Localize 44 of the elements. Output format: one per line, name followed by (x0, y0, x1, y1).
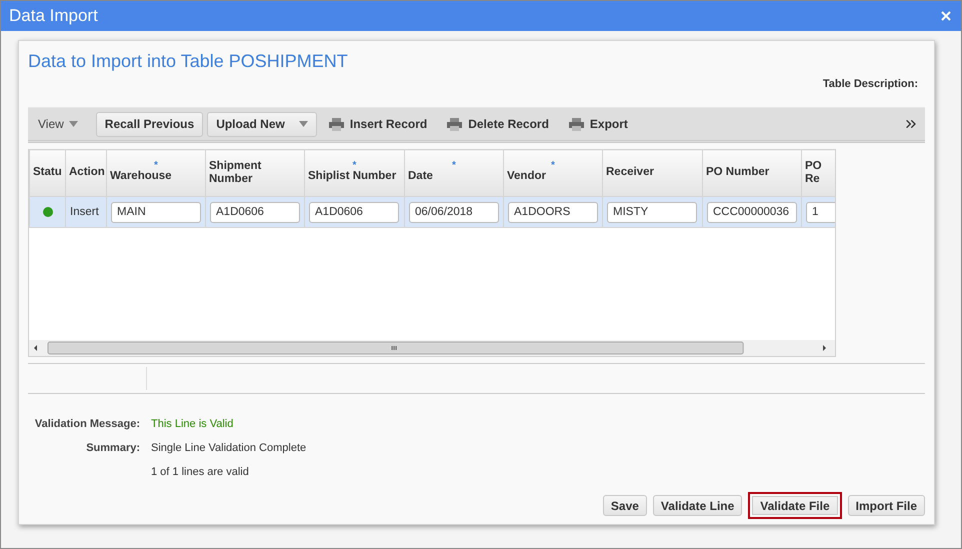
table-cell: Insert (66, 196, 106, 228)
column-header[interactable]: PO Re (802, 150, 835, 196)
caret-icon (68, 121, 78, 127)
column-header[interactable]: * Warehouse (106, 150, 206, 196)
action-button[interactable]: Save (602, 495, 647, 516)
view-menu[interactable]: View (32, 117, 84, 131)
printer-icon (328, 118, 344, 130)
window-title: Data Import (9, 6, 98, 26)
column-header[interactable]: Statu (30, 150, 66, 196)
close-icon[interactable] (941, 11, 951, 21)
input-field[interactable]: A1D0606 (210, 202, 300, 222)
toolbar-action[interactable]: Delete Record (439, 117, 557, 131)
toolbar-action[interactable]: Insert Record (320, 117, 436, 131)
field-label: Validation Message: (34, 418, 140, 430)
input-field[interactable]: CCC00000036 (707, 202, 797, 222)
column-header[interactable]: Shipment Number (206, 150, 304, 196)
table-row[interactable]: Insert MAIN A1D0606 A1D0606 06/06/2018 A1DOORS MISTY CCC00000036 1 (30, 196, 835, 228)
input-field[interactable]: A1DOORS (508, 202, 598, 222)
printer-icon (447, 118, 462, 130)
input-field[interactable]: 1 (806, 202, 835, 222)
input-field[interactable]: MISTY (607, 202, 697, 222)
column-header[interactable]: * Shiplist Number (304, 150, 404, 196)
recall-button[interactable]: Recall Previous (96, 112, 204, 136)
column-header[interactable]: * Date (404, 150, 504, 196)
action-button[interactable]: Validate Line (652, 495, 742, 516)
field-value: Single Line Validation Complete (151, 442, 308, 454)
column-header[interactable]: PO Number (702, 150, 802, 196)
upload-dropdown[interactable]: Upload New (207, 112, 317, 136)
panel-title: Data to Import into Table POSHIPMENT (28, 51, 349, 72)
column-header[interactable]: Action (66, 150, 106, 196)
horizontal-scrollbar[interactable] (29, 340, 835, 356)
action-button[interactable]: Import File (848, 495, 925, 516)
toolbar-action[interactable]: Export (560, 117, 636, 131)
input-field[interactable]: 06/06/2018 (409, 202, 499, 222)
column-header[interactable]: * Vendor (504, 150, 602, 196)
action-button[interactable]: Validate File (748, 492, 842, 519)
column-header[interactable]: Receiver (602, 150, 702, 196)
field-label: Summary: (85, 442, 140, 454)
field-value: 1 of 1 lines are valid (151, 466, 250, 478)
caret-icon (298, 121, 308, 127)
input-field[interactable]: MAIN (111, 202, 201, 222)
table-description-label: Table Description: (822, 78, 918, 90)
input-field[interactable]: A1D0606 (309, 202, 399, 222)
field-value: This Line is Valid (151, 418, 234, 430)
